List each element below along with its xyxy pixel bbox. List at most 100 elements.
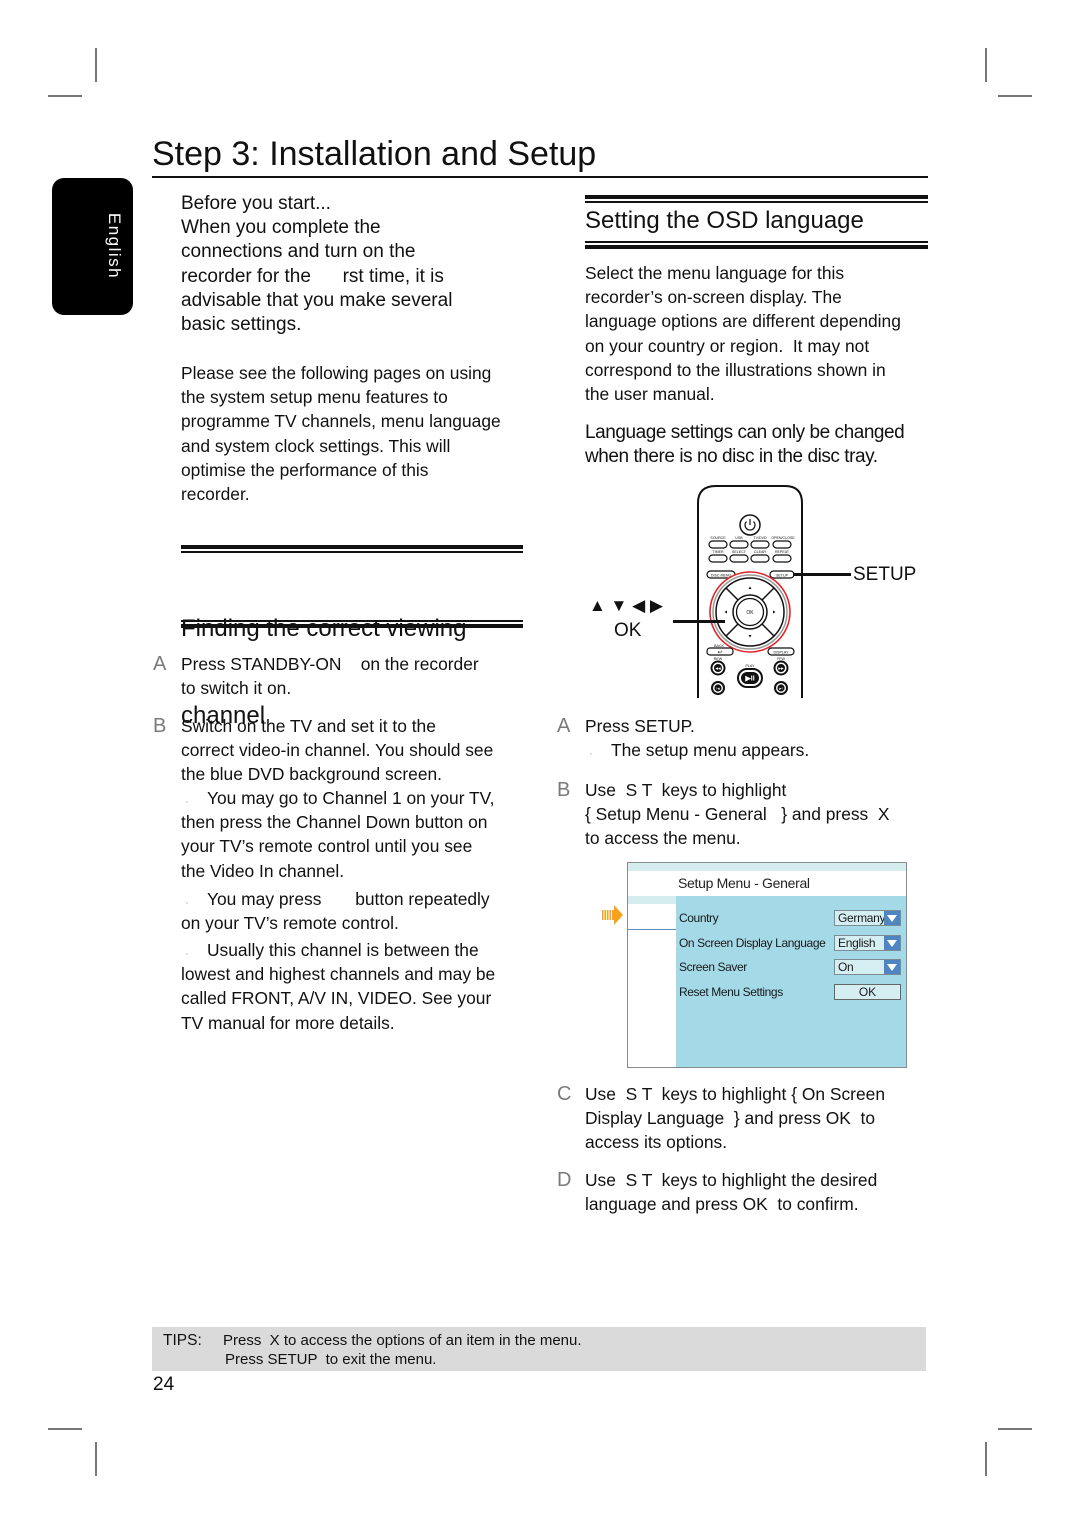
rewind-icon: ◀◀	[715, 666, 721, 670]
tips-text: Press X to access the options of an item…	[223, 1331, 582, 1369]
page-number: 24	[153, 1374, 175, 1395]
title-rule	[152, 176, 928, 178]
heading-line: Finding the correct viewing	[181, 615, 467, 642]
crop-mark	[95, 48, 97, 82]
remote-label-disc-menu: DISC MENU	[711, 573, 732, 577]
remote-button-tv-dvd	[750, 540, 770, 549]
ok-button-label: OK	[746, 610, 754, 616]
remote-button-repeat	[772, 554, 792, 563]
note-line: TV manual for more details.	[181, 1012, 395, 1033]
intro-paragraph: Please see the following pages on using …	[181, 361, 501, 506]
intro-line: Before you start...	[181, 193, 331, 214]
step-b-text: Switch on the TV and set it to the corre…	[181, 714, 493, 787]
power-button	[739, 514, 761, 536]
country-dropdown[interactable]: Germany	[834, 910, 901, 926]
paragraph-line: Select the menu language for this	[585, 263, 845, 283]
paragraph-line: recorder’s on-screen display. The	[585, 287, 842, 308]
previous-icon: I◀	[716, 686, 720, 690]
remote-label-rew: REW	[714, 657, 723, 661]
remote-button-source	[708, 540, 728, 549]
chevron-down-icon[interactable]	[884, 960, 900, 974]
osd-language-dropdown[interactable]: English	[834, 935, 901, 951]
back-icon: ↩	[717, 650, 722, 656]
chevron-down-icon[interactable]	[884, 911, 900, 925]
remote-label-display: DISPLAY	[774, 650, 790, 654]
menu-top-strip	[628, 863, 906, 871]
menu-row-label: On Screen Display Language	[679, 936, 826, 950]
language-tab-label: English	[105, 212, 124, 280]
page-title: Step 3: Installation and Setup	[152, 135, 597, 173]
crop-mark	[998, 1428, 1032, 1430]
menu-row-screen-saver[interactable]: Screen Saver On	[676, 959, 906, 975]
step-letter-a: A	[557, 715, 571, 737]
remote-label-usb: USB	[735, 536, 743, 540]
menu-row-country[interactable]: Country Germany	[676, 910, 906, 926]
heading-rule-top-thick	[585, 195, 928, 199]
heading-rule-top-thin	[585, 201, 928, 203]
arrow-stripe	[602, 910, 604, 920]
heading-rule-bottom-thick	[181, 624, 523, 628]
note-line: The setup menu appears.	[611, 740, 810, 760]
sidebar-strip	[628, 896, 676, 904]
remote-label-clear: CLEAR	[754, 550, 766, 554]
remote-label-tv-dvd: TV/DVD	[753, 536, 767, 540]
tip-line: Press SETUP to exit the menu.	[225, 1351, 437, 1368]
intro-line: advisable that you make several	[181, 289, 453, 311]
step-b-note-1: ‚ You may go to Channel 1 on your TV, th…	[181, 786, 494, 883]
step-letter-b: B	[153, 715, 167, 737]
crop-mark	[985, 1442, 987, 1476]
step-line: Use S T keys to highlight the desired	[585, 1170, 878, 1190]
note-line: Language settings can only be changed	[585, 422, 905, 443]
setup-menu-sidebar	[628, 896, 676, 1067]
section-heading-osd-language: Setting the OSD language	[585, 207, 864, 234]
paragraph-line: and system clock settings. This will	[181, 435, 451, 456]
osd-step-c-text: Use S T keys to highlight { On Screen Di…	[585, 1082, 885, 1155]
step-b-note-2: ‚ You may press button repeatedly on you…	[181, 887, 490, 935]
note-line: You may go to Channel 1 on your TV,	[207, 788, 495, 808]
reset-ok-button[interactable]: OK	[834, 984, 901, 1000]
step-a-text: Press STANDBY-ON on the recorder to swit…	[181, 652, 479, 700]
dropdown-value: English	[838, 936, 876, 950]
heading-rule-top-thin	[181, 551, 523, 553]
menu-row-reset[interactable]: Reset Menu Settings OK	[676, 984, 906, 1000]
step-line: Use S T keys to highlight	[585, 780, 787, 800]
step-letter-a: A	[153, 653, 167, 675]
step-line: language and press OK to confirm.	[585, 1194, 859, 1215]
step-line: correct video-in channel. You should see	[181, 740, 494, 761]
step-line: Press STANDBY-ON on the recorder	[181, 654, 479, 674]
sidebar-item-general[interactable]	[628, 904, 676, 930]
screen-saver-dropdown[interactable]: On	[834, 959, 901, 975]
chevron-down-icon[interactable]	[884, 936, 900, 950]
step-b-note-3: ‚ Usually this channel is between the lo…	[181, 938, 495, 1035]
step-line: Use S T keys to highlight { On Screen	[585, 1084, 885, 1104]
step-letter-b: B	[557, 779, 571, 801]
dropdown-value: On	[838, 960, 854, 974]
dropdown-value: Germany	[838, 911, 886, 925]
remote-button-select	[729, 554, 749, 563]
menu-row-label: Country	[679, 911, 719, 925]
remote-label-source: SOURCE	[710, 536, 726, 540]
osd-step-a-note: ‚ The setup menu appears.	[585, 738, 809, 762]
remote-label-timer: TIMER	[712, 550, 724, 554]
note-line: your TV’s remote control until you see	[181, 836, 473, 857]
note-line: then press the Channel Down button on	[181, 812, 488, 833]
menu-row-osd-language[interactable]: On Screen Display Language English	[676, 935, 906, 951]
tip-line: Press X to access the options of an item…	[223, 1332, 582, 1349]
osd-step-b-text: Use S T keys to highlight { Setup Menu -…	[585, 778, 890, 851]
heading-rule-bottom-thin	[181, 620, 523, 622]
ok-callout-label: OK	[614, 620, 642, 641]
note-bullet-icon: ‚	[186, 947, 188, 956]
crop-mark	[95, 1442, 97, 1476]
crop-mark	[985, 48, 987, 82]
remote-label-select: SELECT	[732, 550, 747, 554]
heading-rule-top-thick	[181, 545, 523, 549]
step-line: to switch it on.	[181, 678, 292, 699]
remote-button-open-close	[772, 540, 792, 549]
remote-label-play-pause: PLAY	[746, 664, 756, 668]
note-line: the Video In channel.	[181, 860, 345, 881]
remote-label-setup: SETUP	[776, 573, 789, 577]
step-line: { Setup Menu - General } and press X	[585, 804, 890, 825]
osd-note: Language settings can only be changed wh…	[585, 421, 905, 469]
intro-line: basic settings.	[181, 314, 302, 336]
step-letter-d: D	[557, 1169, 572, 1191]
